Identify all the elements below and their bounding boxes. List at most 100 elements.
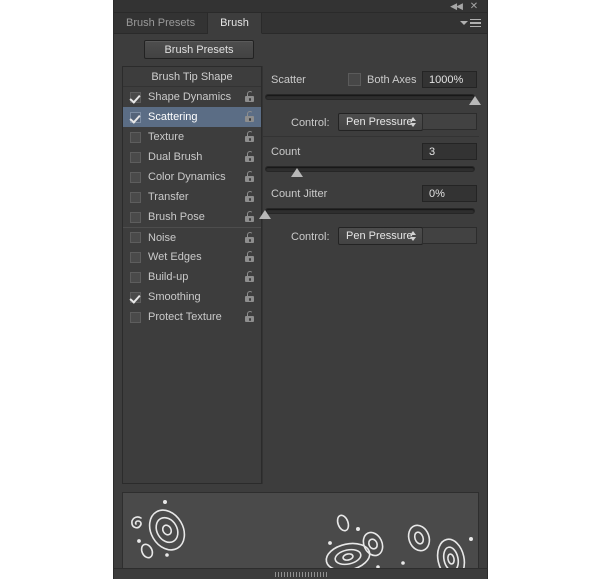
count-jitter-section: Count Jitter 0% Control: Pen Pressure: [259, 184, 479, 248]
brush-stroke-preview: [122, 492, 479, 578]
panel-drag-grip[interactable]: [274, 571, 327, 577]
panel-content: Brush Presets Brush Tip Shape Shape Dyna…: [114, 34, 487, 579]
count-jitter-value-field[interactable]: 0%: [422, 185, 477, 202]
brush-option-row[interactable]: Noise: [123, 227, 261, 247]
count-jitter-control-extra-field: [422, 227, 477, 244]
lock-icon[interactable]: [245, 232, 254, 243]
brush-option-checkbox[interactable]: [130, 291, 141, 303]
brush-option-label: Noise: [148, 231, 177, 244]
brush-option-label: Scattering: [148, 111, 198, 123]
brush-option-label: Dual Brush: [148, 151, 203, 163]
brush-option-checkbox[interactable]: [130, 91, 141, 103]
panel-titlebar: ◀◀ ✕: [114, 0, 487, 13]
scatter-control-extra-field: [422, 113, 477, 130]
tab-brush[interactable]: Brush: [208, 13, 262, 34]
lock-icon[interactable]: [245, 171, 254, 182]
brush-option-label: Build-up: [148, 271, 189, 283]
scatter-label: Scatter: [271, 74, 306, 86]
brush-presets-button[interactable]: Brush Presets: [144, 40, 254, 59]
lock-icon[interactable]: [245, 311, 254, 322]
tab-strip: Brush Presets Brush: [114, 13, 487, 34]
count-slider-thumb[interactable]: [290, 168, 303, 177]
brush-option-row[interactable]: Dual Brush: [123, 147, 261, 167]
lock-icon[interactable]: [245, 111, 254, 122]
screenshot-root: ◀◀ ✕ Brush Presets Brush Brush Presets B…: [0, 0, 600, 579]
count-section: Count 3: [263, 142, 479, 178]
both-axes-checkbox[interactable]: Both Axes: [348, 73, 417, 86]
brush-option-label: Texture: [148, 131, 185, 143]
tab-brush-presets[interactable]: Brush Presets: [114, 13, 209, 33]
brush-option-checkbox[interactable]: [130, 151, 141, 163]
count-jitter-slider-track: [265, 208, 475, 214]
brush-option-label: Transfer: [148, 191, 189, 203]
scatter-section: Scatter Both Axes 1000% Control: Pen Pre…: [263, 70, 481, 137]
scatter-slider[interactable]: [265, 92, 481, 106]
brush-option-label: Color Dynamics: [148, 171, 226, 183]
brush-option-checkbox[interactable]: [130, 111, 141, 123]
scatter-slider-thumb[interactable]: [469, 96, 481, 105]
brush-option-checkbox[interactable]: [130, 131, 141, 143]
close-icon[interactable]: ✕: [467, 1, 481, 12]
scatter-value-field[interactable]: 1000%: [422, 71, 477, 88]
scatter-slider-track: [265, 94, 475, 100]
count-value-field[interactable]: 3: [422, 143, 477, 160]
chevron-updown-icon: [410, 117, 416, 127]
brush-option-label: Wet Edges: [148, 251, 202, 263]
brush-option-row[interactable]: Wet Edges: [123, 247, 261, 267]
count-jitter-control-select[interactable]: Pen Pressure: [338, 227, 423, 245]
count-jitter-control-value: Pen Pressure: [346, 230, 413, 242]
brush-option-row[interactable]: Transfer: [123, 187, 261, 207]
brush-option-row[interactable]: Color Dynamics: [123, 167, 261, 187]
scatter-control-select[interactable]: Pen Pressure: [338, 113, 423, 131]
count-jitter-slider-thumb[interactable]: [259, 210, 271, 219]
brush-option-label: Brush Pose: [148, 211, 205, 223]
brush-option-checkbox[interactable]: [130, 311, 141, 323]
both-axes-label: Both Axes: [367, 73, 417, 86]
count-jitter-row: Count Jitter 0%: [263, 184, 479, 204]
brush-option-checkbox[interactable]: [130, 191, 141, 203]
scatter-control-value: Pen Pressure: [346, 116, 413, 128]
brush-tip-shape-header[interactable]: Brush Tip Shape: [123, 67, 261, 87]
lock-icon[interactable]: [245, 91, 254, 102]
panel-menu-icon[interactable]: [460, 13, 487, 33]
brush-options-rows: Shape Dynamics Scattering Texture Dual Brus…: [123, 87, 261, 327]
lock-icon[interactable]: [245, 291, 254, 302]
preview-strokes: [131, 500, 473, 577]
brush-option-row[interactable]: Scattering: [123, 107, 261, 127]
brush-option-row[interactable]: Texture: [123, 127, 261, 147]
hamburger-glyph: [460, 18, 481, 28]
count-slider[interactable]: [265, 164, 475, 178]
lock-icon[interactable]: [245, 131, 254, 142]
lock-icon[interactable]: [245, 271, 254, 282]
count-jitter-slider[interactable]: [259, 206, 475, 220]
brush-option-checkbox[interactable]: [130, 271, 141, 283]
brush-option-label: Smoothing: [148, 291, 201, 303]
panel-bottom-bar: [114, 568, 487, 579]
count-jitter-label: Count Jitter: [271, 188, 328, 200]
lock-icon[interactable]: [245, 251, 254, 262]
brush-option-row[interactable]: Brush Pose: [123, 207, 261, 227]
collapse-arrows-icon[interactable]: ◀◀: [449, 1, 463, 12]
count-row: Count 3: [263, 142, 479, 162]
brush-option-checkbox[interactable]: [130, 232, 141, 243]
brush-option-row[interactable]: Protect Texture: [123, 307, 261, 327]
lock-icon[interactable]: [245, 191, 254, 202]
lock-icon[interactable]: [245, 211, 254, 222]
brush-option-checkbox[interactable]: [130, 171, 141, 183]
count-jitter-control-label: Control:: [291, 231, 330, 243]
brush-panel: ◀◀ ✕ Brush Presets Brush Brush Presets B…: [113, 0, 488, 579]
section-divider: [263, 136, 479, 137]
count-jitter-control-row: Control: Pen Pressure: [263, 226, 479, 248]
brush-option-row[interactable]: Smoothing: [123, 287, 261, 307]
chevron-updown-icon: [410, 231, 416, 241]
brush-option-checkbox[interactable]: [130, 211, 141, 223]
lock-icon[interactable]: [245, 151, 254, 162]
brush-option-label: Protect Texture: [148, 311, 222, 323]
scatter-row: Scatter Both Axes 1000%: [263, 70, 479, 90]
brush-option-row[interactable]: Shape Dynamics: [123, 87, 261, 107]
both-axes-checkbox-box: [348, 73, 361, 86]
brush-option-checkbox[interactable]: [130, 251, 141, 263]
brush-options-list: Brush Tip Shape Shape Dynamics Scattering…: [122, 66, 262, 484]
brush-option-row[interactable]: Build-up: [123, 267, 261, 287]
scatter-control-row: Control: Pen Pressure: [263, 112, 479, 134]
